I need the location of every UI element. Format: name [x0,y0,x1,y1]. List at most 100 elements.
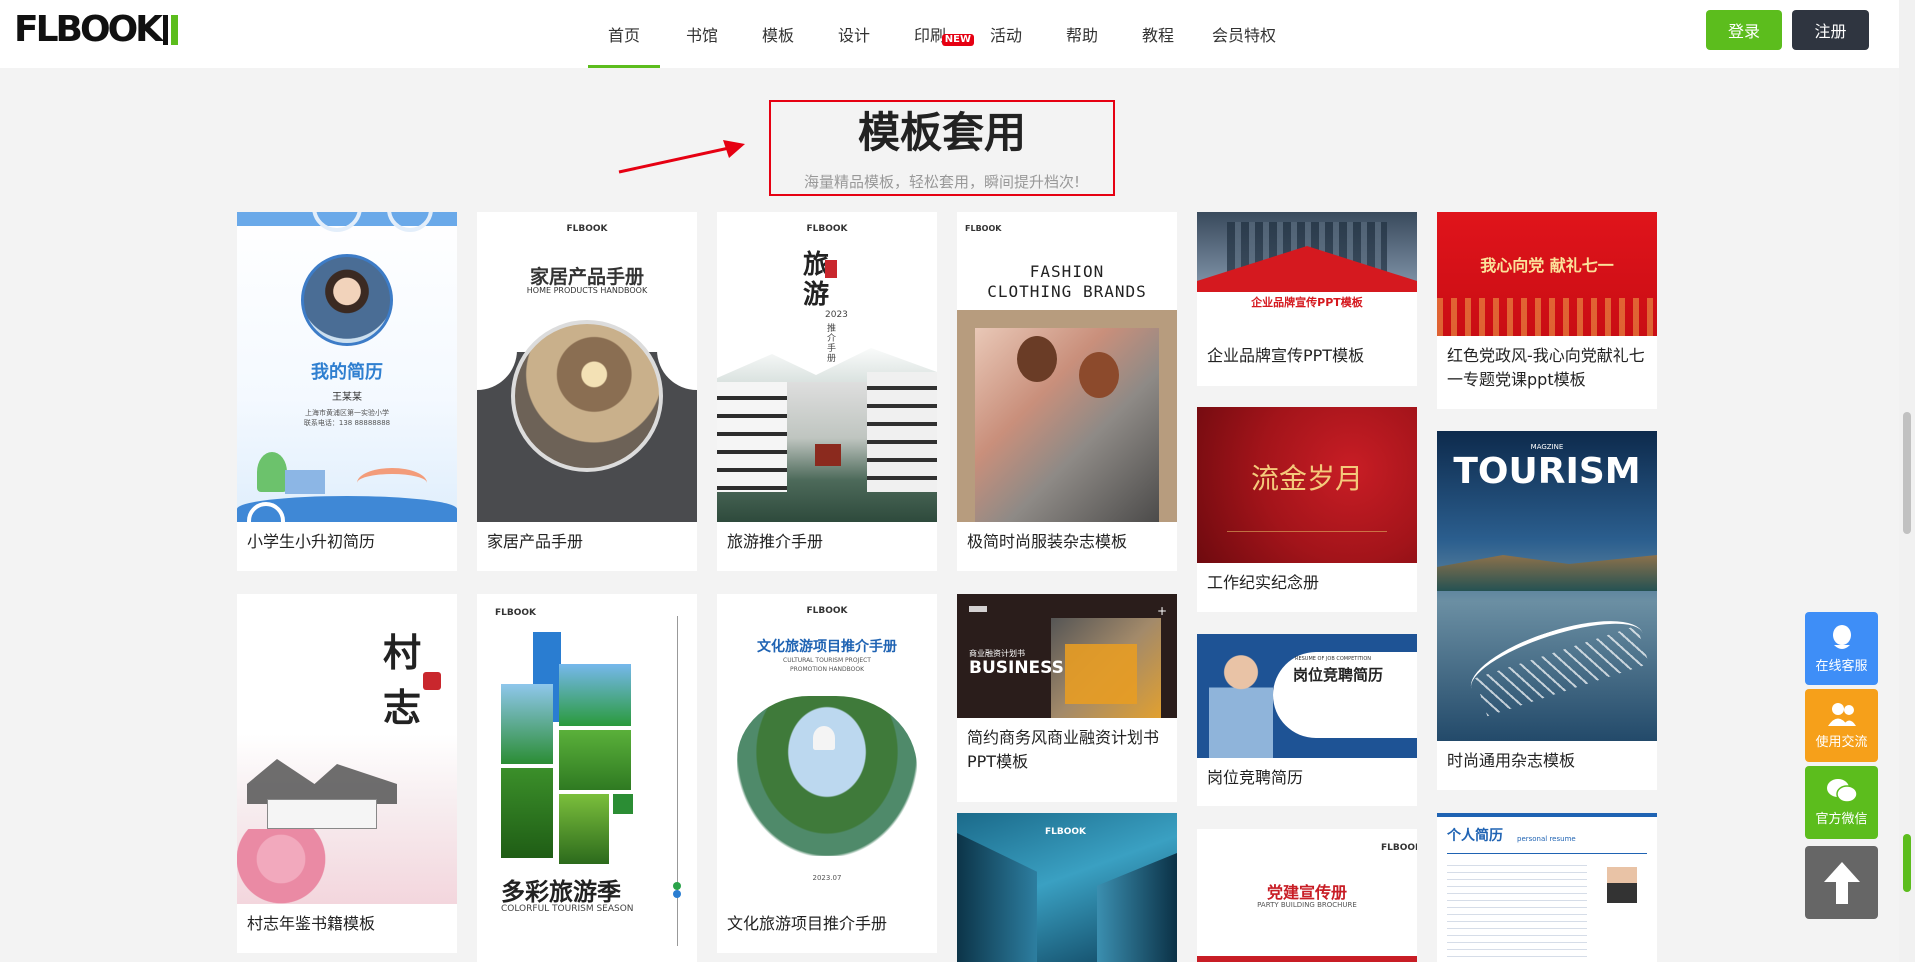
nav-item-membership[interactable]: 会员特权 [1196,0,1292,68]
template-card[interactable]: 村志 村志年鉴书籍模板 [237,594,457,953]
section-heading-highlight: 模板套用 海量精品模板，轻松套用，瞬间提升档次! [769,100,1115,196]
thumb-title: TOURISM [1453,451,1641,492]
annotation-arrow-icon [618,140,745,174]
template-title: 小学生小升初简历 [247,532,376,551]
page-scrollbar[interactable] [1899,0,1915,962]
thumb-title: 党建宣传册 [1266,883,1347,902]
online-service-button[interactable]: 在线客服 [1805,612,1878,685]
nav-label: 首页 [607,26,640,45]
template-thumbnail: 我心向党 献礼七一 [1437,212,1657,336]
template-card[interactable]: FLBOOK 家居产品手册 HOME PRODUCTS HANDBOOK 家居产… [477,212,697,571]
thumb-subtitle: HOME PRODUCTS HANDBOOK [526,286,648,295]
section-title: 模板套用 [857,108,1026,157]
thumb-text: 联系电话：138 88888888 [303,419,391,427]
template-thumbnail: RESUME OF JOB COMPETITION 岗位竞聘简历 [1197,634,1417,758]
thumb-subtitle: COLORFUL TOURISM SEASON [501,904,634,914]
template-thumbnail: FLBOOK FASHION CLOTHING BRANDS [957,212,1177,522]
template-card[interactable]: FLBOOK [957,813,1177,962]
thumb-title: 多彩旅游季 [501,878,621,906]
thumb-title: 我的简历 [311,362,383,383]
back-to-top-button[interactable] [1805,846,1878,919]
nav-item-print[interactable]: 印刷 NEW [892,0,974,68]
thumb-title: 家居产品手册 [529,266,644,288]
wechat-icon [1826,779,1858,803]
nav-label: 设计 [837,26,870,45]
template-card[interactable]: RESUME OF JOB COMPETITION 岗位竞聘简历 岗位竞聘简历 [1197,634,1417,806]
thumb-title: BUSINESS [969,658,1064,678]
template-card[interactable]: 我心向党 献礼七一 红色党政风-我心向党献礼七一专题党课ppt模板 [1437,212,1657,409]
thumb-text: MAGZINE [1530,443,1564,451]
thumb-text: 推介手册 [827,324,837,364]
thumb-brand: FLBOOK [566,224,608,234]
nav-item-design[interactable]: 设计 [816,0,892,68]
nav-label: 会员特权 [1211,26,1276,45]
register-button[interactable]: 注册 [1792,10,1869,50]
nav-label: 教程 [1141,26,1174,45]
thumb-text: 2023 [825,310,848,320]
template-card[interactable]: FLBOOK FASHION CLOTHING BRANDS 极简时尚服装杂志模… [957,212,1177,571]
template-thumbnail: FLBOOK 家居产品手册 HOME PRODUCTS HANDBOOK [477,212,697,522]
thumb-title: 岗位竞聘简历 [1293,666,1384,684]
template-card[interactable]: 商业融资计划书 BUSINESS + 简约商务风商业融资计划书PPT模板 [957,594,1177,802]
template-card[interactable]: FLBOOK 多彩旅游季 COLORFUL TOURISM SEASON [477,594,697,962]
user-exchange-button[interactable]: 使用交流 [1805,689,1878,762]
section-subtitle: 海量精品模板，轻松套用，瞬间提升档次! [803,173,1080,191]
template-thumbnail: FLBOOK 多彩旅游季 COLORFUL TOURISM SEASON [477,594,697,962]
official-wechat-button[interactable]: 官方微信 [1805,766,1878,839]
template-thumbnail: 流金岁月 [1197,407,1417,563]
template-thumbnail: FLBOOK [957,813,1177,962]
template-thumbnail: 企业品牌宣传PPT模板 [1197,212,1417,336]
thumb-title: 旅游 [803,250,830,310]
template-card[interactable]: 流金岁月 工作纪实纪念册 [1197,407,1417,612]
thumb-brand: FLBOOK [1381,843,1417,853]
thumb-brand: FLBOOK [806,606,848,616]
thumb-title: 个人简历 [1447,828,1503,844]
login-button[interactable]: 登录 [1706,10,1782,50]
template-card[interactable]: FLBOOK 党建宣传册 PARTY BUILDING BROCHURE [1197,829,1417,962]
nav-label: 活动 [989,26,1022,45]
template-thumbnail: MAGZINE TOURISM [1437,431,1657,741]
nav-item-library[interactable]: 书馆 [664,0,740,68]
template-thumbnail: FLBOOK 旅游 2023 推介手册 [717,212,937,522]
users-icon [1827,703,1856,726]
thumb-title: 我心向党 献礼七一 [1480,256,1614,275]
template-thumbnail: 商业融资计划书 BUSINESS + [957,594,1177,718]
template-thumbnail: 村志 [237,594,457,904]
template-card[interactable]: 我的简历 王某某 上海市黄浦区第一实验小学 联系电话：138 88888888 … [237,212,457,571]
template-card[interactable]: 个人简历 personal resume [1437,813,1657,962]
thumb-brand: FLBOOK [1045,827,1087,837]
scrollbar-thumb[interactable] [1903,412,1911,534]
template-title: 岗位竞聘简历 [1207,768,1304,787]
thumb-brand: FLBOOK [495,608,537,618]
logo[interactable]: FLBOOK [14,12,179,48]
chat-bubble-icon [1832,625,1851,649]
template-title: 极简时尚服装杂志模板 [967,532,1128,551]
thumb-text: 王某某 [332,392,362,403]
nav-item-help[interactable]: 帮助 [1044,0,1120,68]
thumb-brand: FLBOOK [806,224,848,234]
template-card[interactable]: FLBOOK 文化旅游项目推介手册 CULTURAL TOURISM PROJE… [717,594,937,953]
nav-label: 书馆 [685,26,718,45]
template-title: 红色党政风-我心向党献礼七一专题党课ppt模板 [1447,346,1645,389]
nav-item-home[interactable]: 首页 [588,0,660,68]
template-title: 文化旅游项目推介手册 [727,914,888,933]
nav-label: 帮助 [1065,26,1098,45]
template-thumbnail: FLBOOK 文化旅游项目推介手册 CULTURAL TOURISM PROJE… [717,594,937,904]
float-label: 使用交流 [1815,735,1868,750]
nav-item-templates[interactable]: 模板 [740,0,816,68]
nav-item-tutorial[interactable]: 教程 [1120,0,1196,68]
template-card[interactable]: 企业品牌宣传PPT模板 企业品牌宣传PPT模板 [1197,212,1417,386]
template-card[interactable]: FLBOOK 旅游 2023 推介手册 旅游推介手册 [717,212,937,571]
plus-icon: + [1157,604,1168,618]
template-title: 简约商务风商业融资计划书PPT模板 [967,728,1160,771]
float-label: 在线客服 [1815,659,1868,674]
site-header: FLBOOK 首页 书馆 模板 设计 印刷 NEW 活动 帮助 教程 会员特权 … [0,0,1899,68]
template-title: 工作纪实纪念册 [1207,573,1320,592]
template-title: 家居产品手册 [487,532,584,551]
template-thumbnail: 我的简历 王某某 上海市黄浦区第一实验小学 联系电话：138 88888888 [237,212,457,522]
thumb-subtitle: CULTURAL TOURISM PROJECT PROMOTION HANDB… [783,657,871,673]
template-card[interactable]: MAGZINE TOURISM 时尚通用杂志模板 [1437,431,1657,790]
template-title: 村志年鉴书籍模板 [247,914,376,933]
nav-item-events[interactable]: 活动 [968,0,1044,68]
thumb-title: 流金岁月 [1250,462,1363,495]
